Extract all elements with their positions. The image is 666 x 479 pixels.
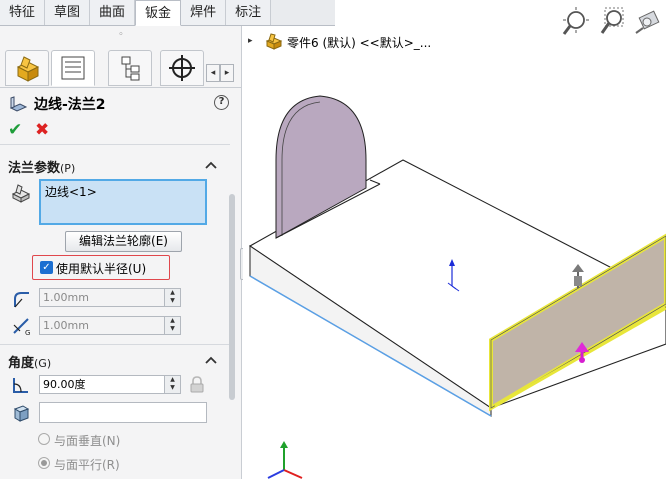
part-tree-label[interactable]: 零件6 (默认) <<默认>_...	[287, 34, 431, 51]
gap-distance-field[interactable]: 1.00mm ▲ ▼	[39, 316, 181, 335]
feature-manager-tab[interactable]	[5, 50, 49, 86]
property-manager: ◦ ◂ ▸ 边线-法兰2 ? ✔ ✖ 法兰参数(P) 边线<1> 编辑法兰轮廓(…	[0, 26, 242, 479]
zoom-to-area-icon[interactable]	[597, 6, 627, 40]
previous-view-icon[interactable]	[633, 6, 666, 40]
cancel-button[interactable]: ✖	[35, 120, 49, 140]
configuration-manager-tab[interactable]	[108, 50, 152, 86]
view-triad	[267, 441, 303, 479]
edit-flange-profile-button[interactable]: 编辑法兰轮廓(E)	[65, 231, 182, 252]
part-icon	[265, 33, 283, 50]
property-manager-tab[interactable]	[51, 50, 95, 86]
chevron-up-icon[interactable]	[205, 356, 217, 364]
feature-tree-icon	[16, 56, 40, 82]
crosshair-icon	[169, 55, 195, 81]
edge-list-item[interactable]: 边线<1>	[45, 185, 97, 199]
use-default-radius-option[interactable]: ✓ 使用默认半径(U)	[32, 255, 170, 280]
divider	[0, 344, 230, 345]
panel-scrollbar[interactable]	[229, 194, 235, 400]
feature-title: 边线-法兰2	[34, 97, 106, 113]
edge-selection-list[interactable]: 边线<1>	[39, 179, 207, 225]
configuration-icon	[121, 56, 140, 81]
ok-button[interactable]: ✔	[8, 120, 22, 140]
gap-distance-icon: G	[13, 318, 30, 337]
parallel-to-face-radio[interactable]	[38, 457, 50, 469]
flange-angle-icon	[13, 378, 28, 393]
feature-header: 边线-法兰2	[8, 94, 106, 114]
help-icon[interactable]: ?	[214, 95, 229, 110]
property-list-icon	[61, 56, 85, 80]
face-select-icon	[13, 405, 30, 422]
zoom-to-fit-icon[interactable]	[561, 6, 591, 40]
tab-scroll-right-button[interactable]: ▸	[220, 64, 234, 82]
tab-surfaces[interactable]: 曲面	[90, 0, 136, 25]
perpendicular-to-face-label: 与面垂直(N)	[54, 434, 121, 448]
tab-scroll-left-button[interactable]: ◂	[206, 64, 220, 82]
manager-tab-strip: ◂ ▸	[0, 48, 241, 88]
edge-flange-icon	[9, 96, 28, 112]
svg-text:G: G	[25, 329, 30, 337]
bend-radius-icon	[14, 292, 29, 308]
flange-angle-spinner[interactable]: ▲ ▼	[164, 376, 180, 393]
model-preview	[248, 95, 666, 479]
tab-features[interactable]: 特征	[0, 0, 46, 25]
tab-sheet-metal[interactable]: 钣金	[135, 0, 182, 26]
tab-annotation[interactable]: 标注	[226, 0, 272, 25]
tab-weldments[interactable]: 焊件	[181, 0, 227, 25]
tree-expand-icon[interactable]: ▸	[248, 36, 253, 46]
use-default-radius-label: 使用默认半径(U)	[56, 262, 147, 276]
flange-parameters-header[interactable]: 法兰参数(P)	[8, 157, 75, 176]
divider	[0, 144, 230, 145]
bend-radius-field[interactable]: 1.00mm ▲ ▼	[39, 288, 181, 307]
angle-header[interactable]: 角度(G)	[8, 352, 51, 371]
tab-sketch[interactable]: 草图	[45, 0, 91, 25]
perpendicular-to-face-radio[interactable]	[38, 433, 50, 445]
use-default-radius-checkbox[interactable]: ✓	[40, 261, 53, 274]
dimxpert-tab[interactable]	[160, 50, 204, 86]
bend-radius-spinner[interactable]: ▲ ▼	[164, 289, 180, 306]
panel-grip[interactable]: ◦	[0, 26, 241, 44]
parallel-to-face-label: 与面平行(R)	[54, 458, 120, 472]
edge-select-icon	[11, 184, 31, 203]
graphics-viewport[interactable]	[243, 26, 666, 479]
chevron-up-icon[interactable]	[205, 161, 217, 169]
command-tab-bar: 特征 草图 曲面 钣金 焊件 标注	[0, 0, 335, 26]
lock-icon[interactable]	[190, 376, 204, 393]
heads-up-view-toolbar	[561, 6, 666, 42]
gap-distance-spinner[interactable]: ▲ ▼	[164, 317, 180, 334]
reference-face-field[interactable]	[39, 402, 207, 423]
flange-angle-field[interactable]: 90.00度 ▲ ▼	[39, 375, 181, 394]
